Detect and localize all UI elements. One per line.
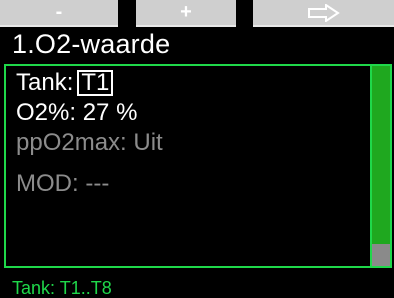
scrollbar[interactable]: [370, 66, 390, 266]
mod-label: MOD:: [16, 170, 79, 197]
tank-value-selected[interactable]: T1: [77, 70, 114, 96]
tank-setting-row[interactable]: Tank: T1: [16, 69, 114, 97]
o2-value: 27 %: [82, 99, 138, 126]
settings-panel: Tank: T1 O2%: 27 % ppO2max: Uit MOD: ---: [4, 64, 392, 268]
increase-softkey[interactable]: +: [136, 0, 236, 27]
ppo2max-setting-row: ppO2max: Uit: [16, 129, 163, 157]
o2-setting-row[interactable]: O2%: 27 %: [16, 99, 137, 127]
page-title: 1.O2-waarde: [12, 29, 171, 59]
scrollbar-thumb[interactable]: [372, 244, 390, 266]
increase-softkey-label: +: [180, 1, 192, 23]
o2-label: O2%:: [16, 99, 77, 126]
decrease-softkey-label: -: [55, 1, 63, 23]
range-hint: Tank: T1..T8: [12, 278, 112, 298]
tank-label: Tank:: [16, 69, 74, 96]
next-softkey[interactable]: [253, 0, 394, 27]
ppo2max-value: Uit: [133, 129, 163, 156]
mod-value: ---: [85, 170, 110, 197]
arrow-right-outline-icon: [307, 4, 340, 22]
ppo2max-label: ppO2max:: [16, 129, 127, 156]
mod-setting-row: MOD: ---: [16, 170, 109, 198]
softkey-bar: - +: [0, 0, 394, 27]
decrease-softkey[interactable]: -: [0, 0, 118, 27]
settings-list: Tank: T1 O2%: 27 % ppO2max: Uit MOD: ---: [6, 66, 368, 266]
